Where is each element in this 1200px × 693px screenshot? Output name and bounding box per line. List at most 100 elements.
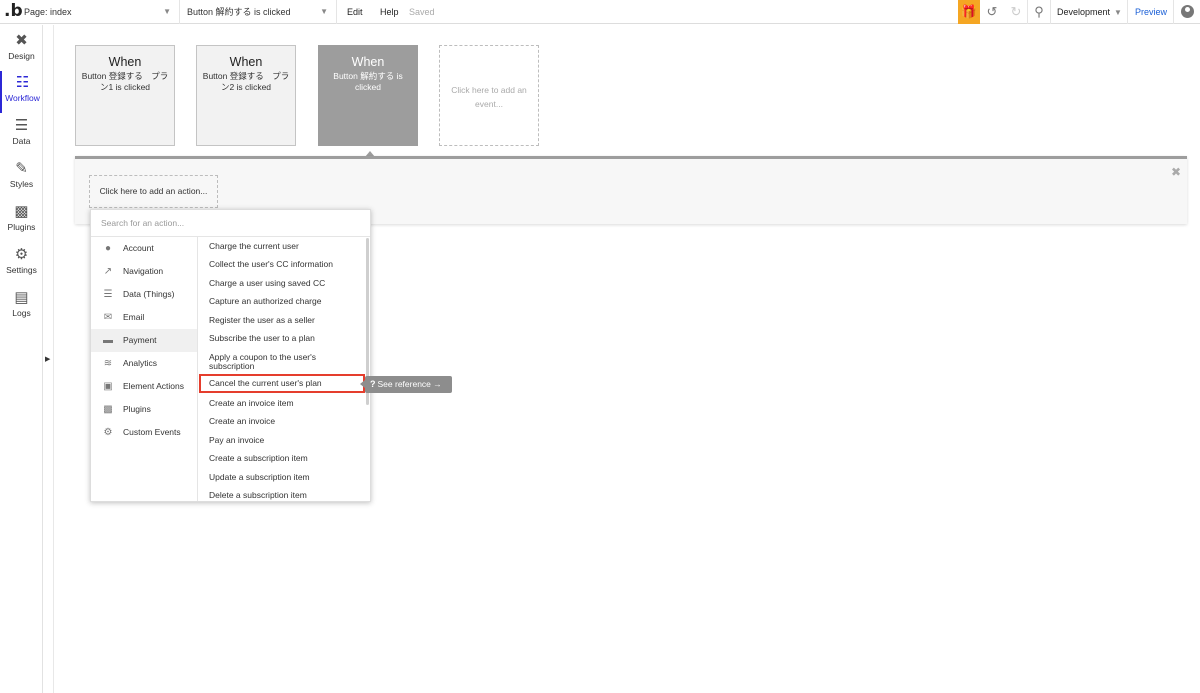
user-account-icon[interactable] [1181, 5, 1194, 18]
event-selector[interactable]: Button 解約する is clicked ▼ [181, 0, 337, 24]
category-item-navigation[interactable]: ↗ Navigation [91, 260, 197, 283]
divider [1050, 0, 1051, 24]
see-reference-label: See reference → [377, 379, 442, 389]
help-question-icon: ? [370, 379, 376, 389]
sidebar-item-label: Logs [12, 308, 31, 318]
divider [53, 25, 54, 693]
event-description: Button 登録する プラン2 is clicked [202, 71, 290, 92]
database-icon: ☰ [103, 289, 113, 300]
action-picker-dropdown: ● Account ↗ Navigation ☰ Data (Things) ✉ Ema… [90, 209, 371, 502]
action-item[interactable]: Capture an authorized charge [209, 297, 354, 306]
workflow-icon: ☷ [15, 74, 30, 91]
event-card[interactable]: When Button 登録する プラン1 is clicked [75, 45, 175, 146]
event-description: Button 解約する is clicked [333, 71, 403, 92]
environment-label: Development [1057, 7, 1111, 17]
sidebar-item-styles[interactable]: ✎ Styles [0, 157, 43, 199]
close-icon[interactable]: ✖ [1171, 165, 1181, 179]
custom-events-icon: ⚙ [103, 427, 113, 438]
divider [1173, 0, 1174, 24]
add-event-label: Click here to add an event... [451, 85, 527, 109]
action-item[interactable]: Subscribe the user to a plan [209, 334, 354, 343]
action-item[interactable]: Delete a subscription item [209, 491, 354, 500]
category-item-analytics[interactable]: ≋ Analytics [91, 352, 197, 375]
database-icon: ☰ [14, 117, 29, 134]
category-item-account[interactable]: ● Account [91, 237, 197, 260]
element-actions-icon: ▣ [103, 381, 113, 392]
sidebar-item-plugins[interactable]: ▩ Plugins [0, 200, 43, 242]
category-label: Navigation [123, 266, 164, 276]
chevron-down-icon: ▼ [1114, 8, 1122, 17]
sidebar-item-label: Workflow [5, 93, 40, 103]
sidebar-item-label: Plugins [7, 222, 36, 232]
category-label: Custom Events [123, 427, 181, 437]
sidebar-item-workflow[interactable]: ☷ Workflow [0, 71, 43, 113]
redo-icon[interactable]: ↻ [1007, 0, 1025, 24]
event-card[interactable]: When Button 登録する プラン2 is clicked [196, 45, 296, 146]
preview-link[interactable]: Preview [1135, 0, 1167, 24]
action-item[interactable]: Apply a coupon to the user's subscriptio… [209, 353, 354, 371]
left-sidebar: ✖ Design ☷ Workflow ☰ Data ✎ Styles ▩ Pl… [0, 25, 43, 693]
event-description: Button 登録する プラン1 is clicked [81, 71, 169, 92]
sidebar-item-label: Settings [6, 265, 37, 275]
edit-menu[interactable]: Edit [347, 0, 363, 24]
search-icon[interactable]: ⚲ [1030, 0, 1048, 24]
page-selector[interactable]: Page: index ▼ [18, 0, 180, 24]
sidebar-item-settings[interactable]: ⚙ Settings [0, 243, 43, 285]
category-label: Analytics [123, 358, 158, 368]
action-item-highlighted[interactable]: Cancel the current user's plan [199, 374, 365, 393]
chevron-down-icon: ▼ [163, 7, 171, 16]
sidebar-item-label: Design [8, 51, 35, 61]
action-search-input[interactable] [91, 210, 370, 237]
event-selector-label: Button 解約する is clicked [187, 7, 291, 17]
plugins-icon: ▩ [103, 404, 113, 415]
action-item[interactable]: Charge a user using saved CC [209, 279, 354, 288]
category-label: Payment [123, 335, 157, 345]
action-item[interactable]: Create a subscription item [209, 454, 354, 463]
category-label: Account [123, 243, 154, 253]
plugins-icon: ▩ [14, 203, 29, 220]
divider [1127, 0, 1128, 24]
sidebar-item-data[interactable]: ☰ Data [0, 114, 43, 156]
action-item[interactable]: Pay an invoice [209, 436, 354, 445]
email-icon: ✉ [103, 312, 113, 323]
panel-expand-arrow-icon[interactable]: ▶ [45, 355, 50, 363]
category-item-email[interactable]: ✉ Email [91, 306, 197, 329]
category-label: Plugins [123, 404, 151, 414]
logs-icon: ▤ [14, 289, 29, 306]
action-item[interactable]: Charge the current user [209, 242, 354, 251]
category-item-custom-events[interactable]: ⚙ Custom Events [91, 421, 197, 444]
action-item[interactable]: Collect the user's CC information [209, 260, 354, 269]
sidebar-item-label: Styles [9, 179, 34, 189]
navigation-icon: ↗ [103, 266, 113, 277]
gear-icon: ⚙ [14, 246, 29, 263]
event-when-label: When [229, 55, 263, 69]
action-list: Charge the current user Collect the user… [197, 237, 370, 501]
category-label: Element Actions [123, 381, 184, 391]
sidebar-item-label: Data [12, 136, 31, 146]
see-reference-button[interactable]: ? See reference → [360, 376, 452, 393]
action-item[interactable]: Create an invoice [209, 417, 354, 426]
action-category-list: ● Account ↗ Navigation ☰ Data (Things) ✉ Ema… [91, 237, 197, 501]
analytics-icon: ≋ [103, 358, 113, 369]
account-icon: ● [104, 243, 112, 254]
action-item[interactable]: Create an invoice item [209, 399, 354, 408]
top-bar: .b Page: index ▼ Button 解約する is clicked … [0, 0, 1200, 24]
sidebar-item-logs[interactable]: ▤ Logs [0, 286, 43, 328]
environment-selector[interactable]: Development ▼ [1057, 0, 1122, 24]
gift-icon[interactable]: 🎁 [958, 0, 980, 24]
undo-icon[interactable]: ↺ [983, 0, 1001, 24]
add-action-button[interactable]: Click here to add an action... [89, 175, 218, 208]
design-tools-icon: ✖ [15, 32, 28, 49]
category-item-plugins[interactable]: ▩ Plugins [91, 398, 197, 421]
sidebar-item-design[interactable]: ✖ Design [0, 29, 43, 71]
category-item-element-actions[interactable]: ▣ Element Actions [91, 375, 197, 398]
category-item-payment[interactable]: ▬ Payment [91, 329, 197, 352]
help-menu[interactable]: Help [380, 0, 399, 24]
category-item-data[interactable]: ☰ Data (Things) [91, 283, 197, 306]
brush-icon: ✎ [15, 160, 28, 177]
saved-status: Saved [409, 7, 435, 17]
action-item[interactable]: Register the user as a seller [209, 316, 354, 325]
event-card-selected[interactable]: When Button 解約する is clicked [318, 45, 418, 146]
add-event-button[interactable]: Click here to add an event... [439, 45, 539, 146]
action-item[interactable]: Update a subscription item [209, 473, 354, 482]
